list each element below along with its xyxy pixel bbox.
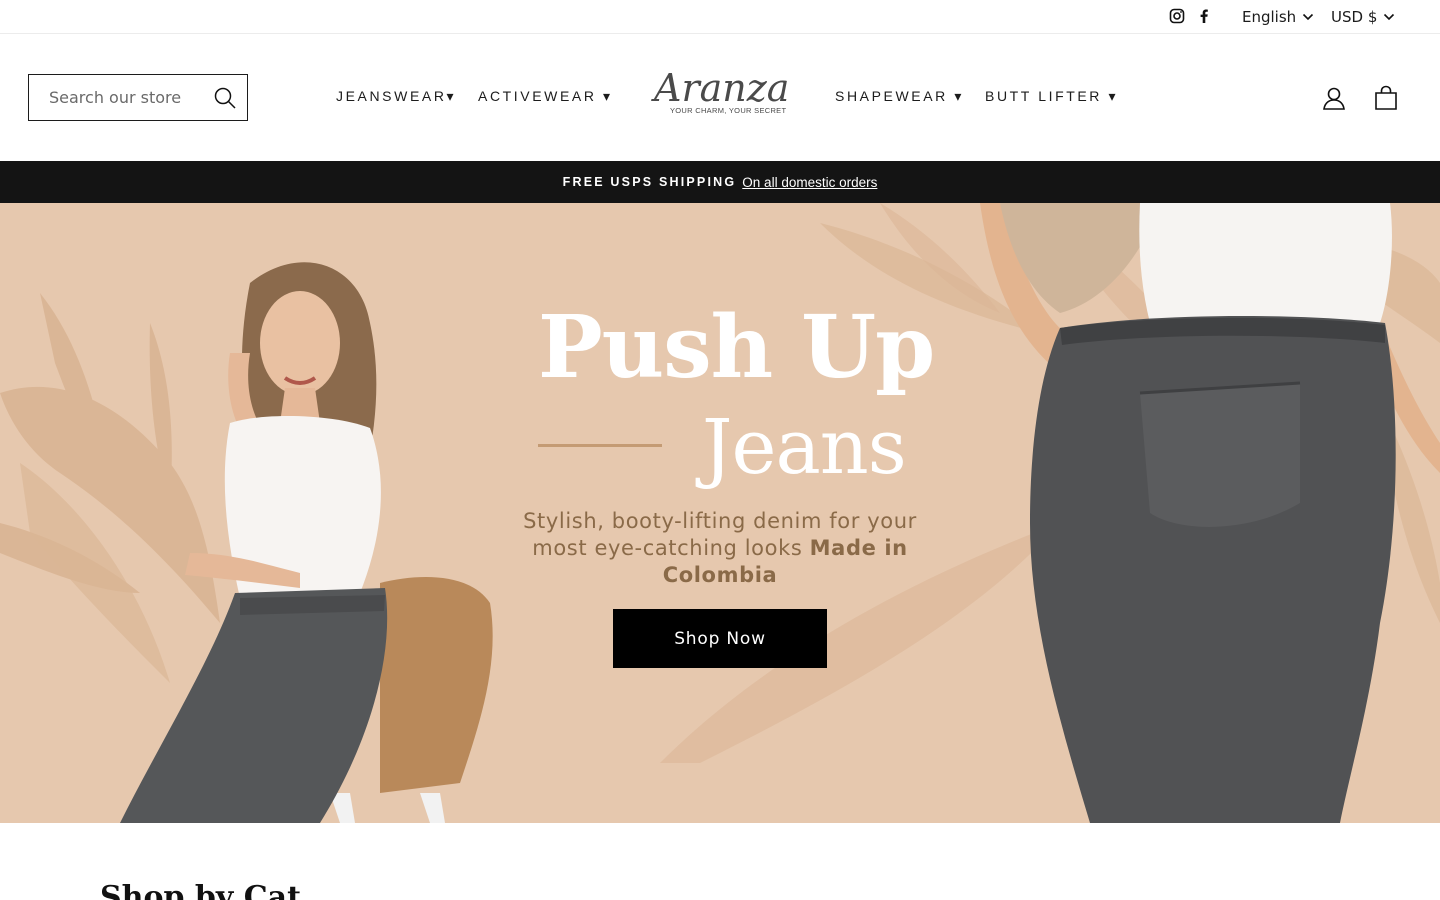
- logo-tagline: YOUR CHARM, YOUR SECRET: [670, 106, 787, 115]
- utility-bar: English USD $: [0, 0, 1440, 34]
- nav-shapewear[interactable]: SHAPEWEAR ▾: [835, 88, 964, 105]
- nav-butt-lifter[interactable]: BUTT LIFTER ▾: [985, 88, 1118, 105]
- search-input[interactable]: [49, 88, 219, 107]
- announcement-bar: FREE USPS SHIPPING On all domestic order…: [0, 161, 1440, 203]
- section-heading: Shop by Cat: [100, 880, 301, 900]
- hero-title-line2: Jeans: [702, 402, 907, 491]
- search-box: [28, 74, 248, 121]
- language-label: English: [1242, 8, 1297, 26]
- facebook-icon[interactable]: [1196, 8, 1212, 24]
- chevron-down-icon: [1384, 13, 1395, 21]
- announcement-title: FREE USPS SHIPPING: [562, 175, 737, 189]
- cart-icon[interactable]: [1373, 85, 1399, 111]
- announcement-link[interactable]: On all domestic orders: [742, 175, 877, 190]
- hero-divider: [538, 444, 662, 447]
- brand-logo[interactable]: Aranza YOUR CHARM, YOUR SECRET: [652, 66, 789, 122]
- instagram-icon[interactable]: [1169, 8, 1185, 24]
- logo-wordmark: Aranza: [654, 66, 790, 110]
- hero-subtitle: Stylish, booty-lifting denim for your mo…: [500, 508, 940, 589]
- search-icon[interactable]: [213, 86, 237, 110]
- currency-label: USD $: [1331, 8, 1378, 26]
- language-selector[interactable]: English: [1242, 8, 1314, 26]
- nav-jeanswear[interactable]: JEANSWEAR▾: [336, 88, 456, 105]
- account-icon[interactable]: [1321, 85, 1347, 111]
- hero-banner[interactable]: Push Up Jeans Stylish, booty-lifting den…: [0, 203, 1440, 823]
- nav-activewear[interactable]: ACTIVEWEAR ▾: [478, 88, 613, 105]
- site-header: JEANSWEAR▾ ACTIVEWEAR ▾ Aranza YOUR CHAR…: [0, 34, 1440, 161]
- currency-selector[interactable]: USD $: [1331, 8, 1395, 26]
- hero-title-line1: Push Up: [538, 297, 935, 398]
- right-model-figure: [980, 203, 1440, 823]
- shop-now-button[interactable]: Shop Now: [613, 609, 827, 668]
- chevron-down-icon: [1303, 13, 1314, 21]
